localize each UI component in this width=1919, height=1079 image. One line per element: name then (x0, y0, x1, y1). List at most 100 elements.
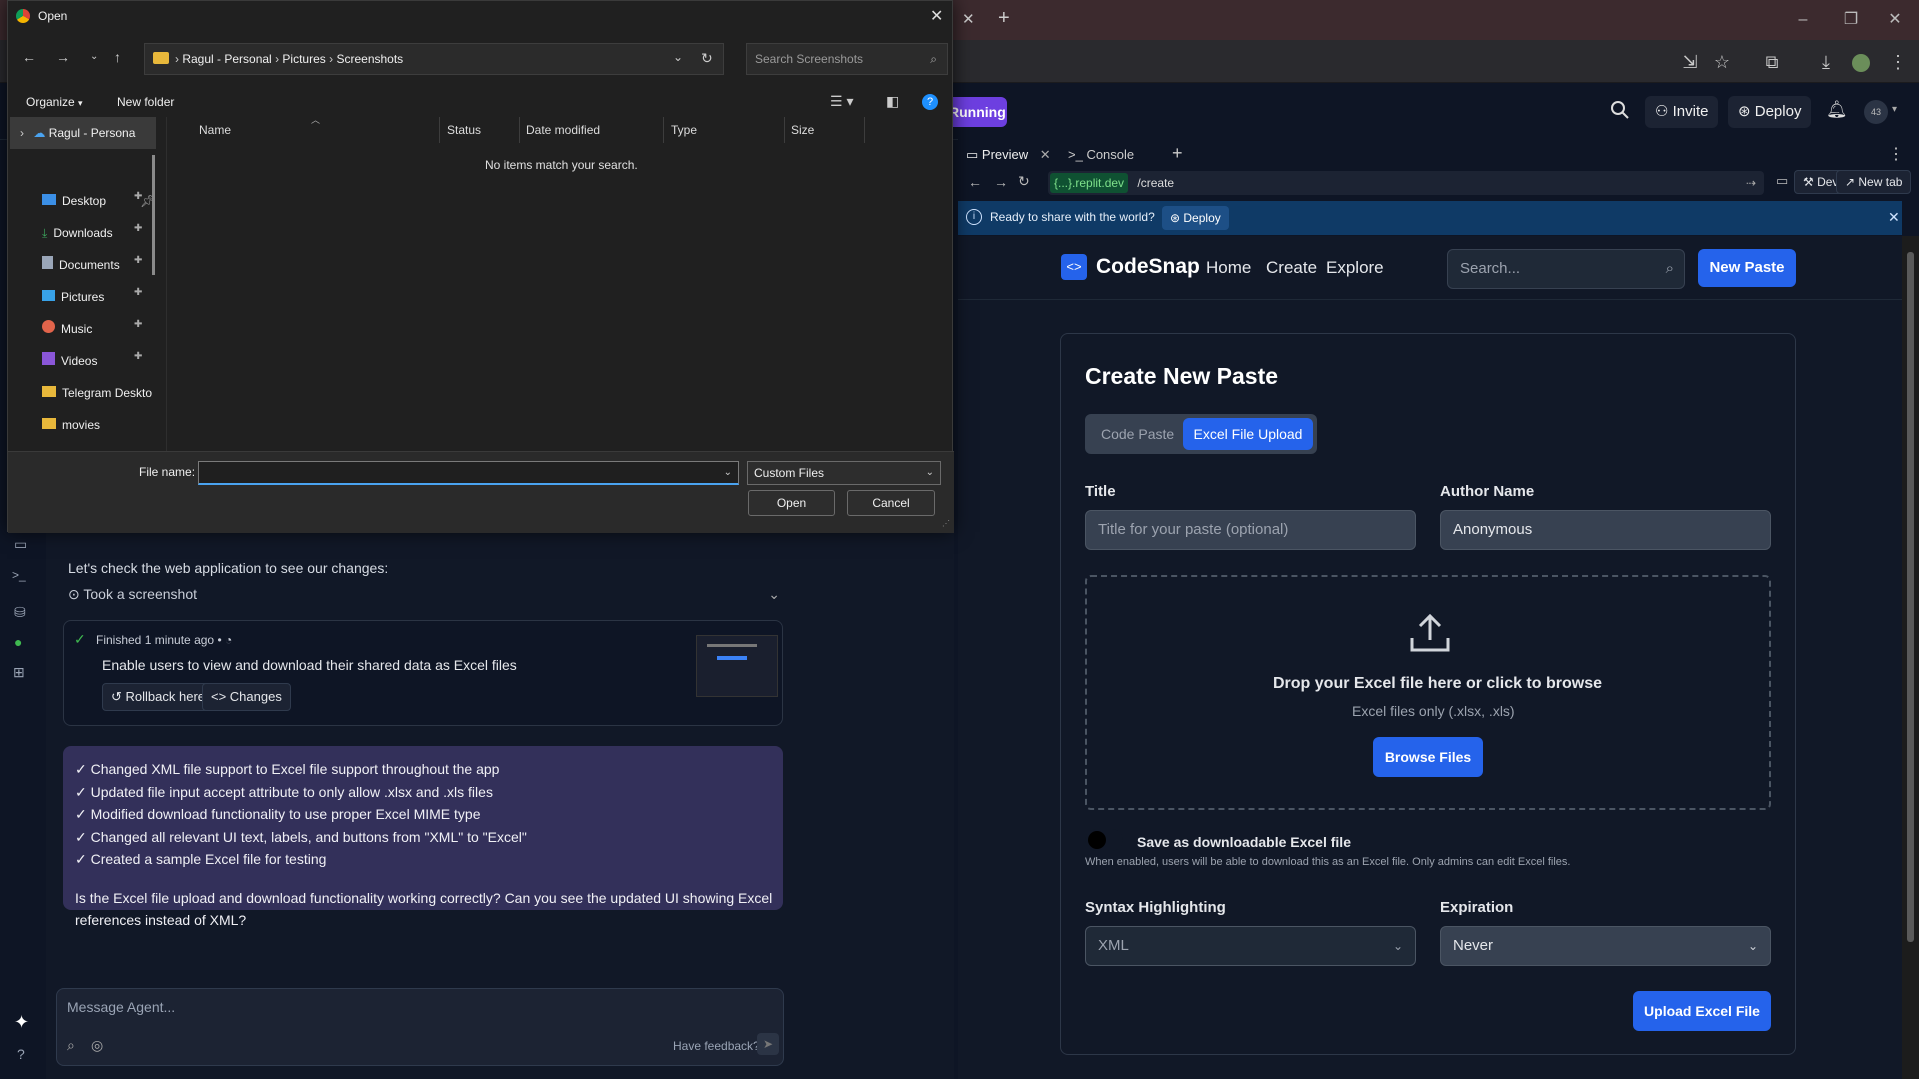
help-icon[interactable]: ? (922, 94, 938, 110)
minimize-button[interactable]: – (1780, 8, 1826, 32)
device-icon[interactable]: ▭ (1776, 173, 1788, 189)
search-icon[interactable] (1610, 100, 1630, 120)
sparkle-icon[interactable]: ✦ (14, 1012, 29, 1033)
refresh-icon[interactable]: ↻ (1018, 173, 1030, 190)
send-icon[interactable]: ➤ (757, 1033, 779, 1055)
tab-excel-upload[interactable]: Excel File Upload (1183, 418, 1313, 450)
breadcrumb[interactable]: › Ragul - Personal › Pictures › Screensh… (144, 43, 724, 75)
view-options-icon[interactable]: ☰ ▾ (830, 93, 853, 110)
nav-create[interactable]: Create (1266, 258, 1317, 278)
run-status-badge[interactable]: Running (945, 97, 1007, 127)
file-name-input[interactable]: ⌄ (198, 461, 739, 485)
tab-preview[interactable]: ▭ Preview ✕ (966, 142, 1051, 168)
back-icon[interactable]: ← (968, 174, 982, 190)
message-box[interactable]: Message Agent... ⌕ ◎ Have feedback? ➤ (56, 988, 784, 1066)
back-icon[interactable]: ← (22, 49, 36, 65)
add-tab-icon[interactable]: + (1172, 143, 1183, 164)
resize-grip-icon[interactable]: ⋰ (942, 519, 950, 528)
extensions-icon[interactable]: ⧉ (1758, 48, 1786, 76)
more-options-icon[interactable]: ⋮ (1888, 144, 1904, 164)
preview-scrollbar[interactable] (1902, 236, 1919, 1079)
breadcrumb-item[interactable]: Ragul - Personal (182, 52, 271, 66)
message-input[interactable]: Message Agent... (67, 999, 175, 1015)
bookmark-star-icon[interactable]: ☆ (1708, 48, 1736, 76)
feedback-link[interactable]: Have feedback? (673, 1039, 760, 1053)
file-type-select[interactable]: Custom Files ⌄ (747, 461, 941, 485)
banner-deploy-button[interactable]: ⊛ Deploy (1162, 206, 1229, 230)
terminal-icon[interactable]: >_ (12, 568, 26, 582)
monitor-icon[interactable]: ▭ (14, 536, 27, 553)
open-file-dialog: Open ✕ ← → ⌄ ↑ › Ragul - Personal › Pict… (7, 0, 954, 533)
open-external-icon[interactable]: ⇢ (1746, 171, 1756, 195)
apps-grid-icon[interactable]: ⊞ (13, 664, 25, 681)
column-size[interactable]: Size (791, 123, 814, 137)
restore-button[interactable]: ❐ (1828, 8, 1874, 32)
chevron-down-icon[interactable]: ⌄ (673, 50, 683, 64)
summary-item: ✓ Created a sample Excel file for testin… (75, 851, 327, 867)
search-input[interactable]: Search... ⌕ (1447, 249, 1685, 289)
new-tab-link[interactable]: ↗ New tab (1836, 170, 1912, 194)
up-icon[interactable]: ↑ (114, 49, 121, 65)
tab-code-paste[interactable]: Code Paste (1101, 426, 1174, 442)
syntax-select[interactable]: XML ⌄ (1085, 926, 1416, 966)
upload-excel-button[interactable]: Upload Excel File (1633, 991, 1771, 1031)
title-input[interactable]: Title for your paste (optional) (1085, 510, 1416, 550)
open-button[interactable]: Open (748, 490, 835, 516)
recent-locations-icon[interactable]: ⌄ (90, 51, 98, 62)
mention-icon[interactable]: ◎ (91, 1037, 103, 1054)
breadcrumb-item[interactable]: Screenshots (336, 52, 403, 66)
rollback-button[interactable]: ↺ Rollback here (102, 683, 215, 711)
excel-toggle[interactable] (1085, 829, 1123, 851)
preview-pane-icon[interactable]: ◧ (886, 93, 899, 110)
tree-root[interactable]: › ☁ Ragul - Persona (10, 117, 156, 149)
dialog-close-icon[interactable]: ✕ (930, 6, 943, 26)
history-icon: ↺ (111, 689, 126, 704)
downloads-icon[interactable]: ⤓ (1812, 48, 1840, 76)
refresh-icon[interactable]: ↻ (701, 50, 713, 67)
nav-item-movies[interactable]: movies (42, 409, 152, 441)
database-icon[interactable]: ⛁ (14, 604, 26, 621)
browse-files-button[interactable]: Browse Files (1373, 737, 1483, 777)
nav-item-telegram[interactable]: Telegram Deskto (42, 377, 152, 409)
changes-button[interactable]: <> Changes (202, 683, 291, 711)
chevron-down-icon[interactable]: ▾ (1892, 104, 1897, 115)
tab-close-icon[interactable]: ✕ (962, 10, 975, 28)
close-window-button[interactable]: ✕ (1872, 8, 1918, 32)
nav-home[interactable]: Home (1206, 258, 1251, 278)
close-banner-icon[interactable]: ✕ (1888, 209, 1900, 226)
search-input[interactable]: Search Screenshots ⌕ (746, 43, 948, 75)
new-tab-icon[interactable]: + (998, 7, 1010, 30)
forward-icon[interactable]: → (994, 174, 1008, 190)
column-name[interactable]: Name (199, 123, 231, 137)
new-paste-button[interactable]: New Paste (1698, 249, 1796, 287)
invite-button[interactable]: ⚇ Invite (1645, 96, 1719, 128)
organize-menu[interactable]: Organize ▾ (26, 95, 83, 109)
cancel-button[interactable]: Cancel (847, 490, 935, 516)
profile-avatar[interactable] (1852, 54, 1870, 72)
install-app-icon[interactable]: ⇲ (1676, 48, 1704, 76)
deploy-button[interactable]: ⊛ Deploy (1728, 96, 1812, 128)
forward-icon[interactable]: → (56, 49, 70, 65)
nav-scrollbar[interactable] (152, 155, 155, 275)
screenshot-action[interactable]: ⊙ Took a screenshot ⌄ (68, 586, 780, 608)
globe-icon[interactable]: ● (14, 634, 22, 650)
breadcrumb-item[interactable]: Pictures (282, 52, 325, 66)
column-status[interactable]: Status (447, 123, 481, 137)
column-type[interactable]: Type (671, 123, 697, 137)
brand-name[interactable]: CodeSnap (1096, 255, 1200, 279)
expiration-select[interactable]: Never ⌄ (1440, 926, 1771, 966)
nav-explore[interactable]: Explore (1326, 258, 1384, 278)
column-date-modified[interactable]: Date modified (526, 123, 600, 137)
url-input[interactable]: {...}.replit.dev /create ⇢ (1048, 171, 1764, 195)
new-folder-button[interactable]: New folder (117, 95, 174, 109)
author-input[interactable]: Anonymous (1440, 510, 1771, 550)
help-icon[interactable]: ? (17, 1046, 25, 1062)
close-icon[interactable]: ✕ (1040, 147, 1051, 162)
user-avatar[interactable]: 43 (1864, 100, 1888, 124)
browser-menu-icon[interactable]: ⋮ (1884, 48, 1912, 76)
tab-console[interactable]: >_ Console (1068, 142, 1134, 168)
attach-icon[interactable]: ⌕ (67, 1037, 75, 1054)
screenshot-thumbnail[interactable] (696, 635, 778, 697)
notifications-bell-icon[interactable]: 🔔︎ (1826, 100, 1848, 120)
logo-icon[interactable]: <> (1061, 254, 1087, 280)
